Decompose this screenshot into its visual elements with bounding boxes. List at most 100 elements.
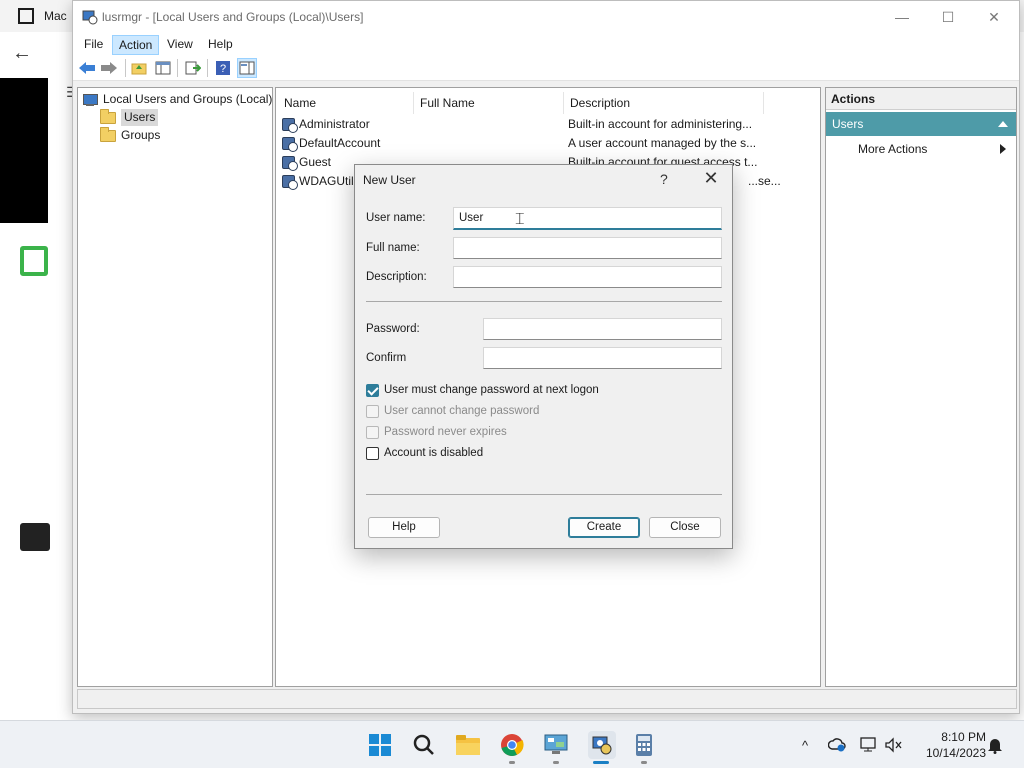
table-row[interactable]: DefaultAccount A user account managed by… — [280, 134, 816, 153]
svg-text:?: ? — [220, 63, 226, 75]
column-header-description[interactable]: Description — [564, 92, 764, 114]
more-actions-item[interactable]: More Actions — [826, 138, 1016, 160]
new-user-dialog: New User ? ✕ User name: ⌶ Full name: Des… — [354, 164, 733, 549]
chrome-icon[interactable] — [500, 733, 524, 757]
tree-item-label: Users — [121, 109, 159, 126]
user-name-cell: DefaultAccount — [299, 136, 381, 150]
dialog-title: New User — [363, 173, 416, 187]
help-icon[interactable]: ? — [213, 58, 233, 78]
table-row[interactable]: Administrator Built-in account for admin… — [280, 115, 816, 134]
notification-bell-icon[interactable] — [986, 736, 1004, 754]
help-button[interactable]: Help — [368, 517, 440, 538]
dialog-close-icon[interactable]: ✕ — [701, 168, 721, 189]
password-label: Password: — [366, 323, 420, 335]
tray-chevron-icon[interactable]: ^ — [796, 736, 814, 754]
background-app-title: Mac — [44, 9, 67, 23]
create-button[interactable]: Create — [568, 517, 640, 538]
menu-action[interactable]: Action — [112, 35, 160, 55]
checkbox-cannot-change-password: User cannot change password — [366, 403, 539, 419]
active-indicator — [593, 761, 609, 764]
menu-view[interactable]: View — [161, 35, 199, 55]
start-icon[interactable] — [368, 733, 392, 757]
control-panel-icon[interactable] — [544, 733, 568, 757]
up-folder-icon[interactable] — [129, 58, 149, 78]
forward-icon[interactable] — [99, 58, 119, 78]
toolbar: ? — [73, 55, 1019, 81]
console-tree-pane: Local Users and Groups (Local) Users Gro… — [77, 87, 273, 687]
volume-muted-icon[interactable] — [884, 736, 902, 754]
status-bar — [77, 689, 1017, 709]
checkbox-account-disabled[interactable]: Account is disabled — [366, 445, 483, 461]
file-explorer-icon[interactable] — [456, 733, 480, 757]
maximize-button[interactable]: ☐ — [925, 1, 971, 33]
column-header-full-name[interactable]: Full Name — [414, 92, 564, 114]
tray-clock[interactable]: 8:10 PM 10/14/2023 — [914, 729, 986, 761]
tree-root[interactable]: Local Users and Groups (Local) — [82, 91, 272, 108]
password-input[interactable] — [483, 318, 722, 340]
toolbar-separator — [125, 59, 126, 77]
divider — [366, 494, 722, 495]
fullname-label: Full name: — [366, 242, 420, 254]
folder-icon — [100, 126, 116, 142]
network-icon[interactable] — [860, 736, 878, 754]
description-cell: Built-in account for administering... — [568, 117, 753, 131]
save-icon[interactable] — [20, 246, 48, 276]
confirm-label: Confirm — [366, 352, 407, 364]
checkbox-disabled — [366, 425, 379, 439]
fullname-input[interactable] — [453, 237, 722, 259]
export-list-icon[interactable] — [183, 58, 203, 78]
confirm-password-input[interactable] — [483, 347, 722, 369]
chat-icon[interactable] — [20, 523, 50, 551]
dialog-help-icon[interactable]: ? — [660, 171, 668, 187]
checkbox-must-change-password[interactable]: User must change password at next logon — [366, 382, 599, 398]
checkbox-label: Account is disabled — [384, 447, 484, 459]
close-button[interactable]: Close — [649, 517, 721, 538]
actions-header: Actions — [826, 88, 1016, 110]
actions-pane: Actions Users More Actions — [825, 87, 1017, 687]
column-header-name[interactable]: Name — [278, 92, 414, 114]
divider — [366, 301, 722, 302]
description-cell: A user account managed by the s... — [568, 136, 757, 150]
running-indicator — [553, 761, 559, 764]
close-window-button[interactable]: ✕ — [971, 1, 1017, 33]
running-indicator — [509, 761, 515, 764]
menu-bar: File Action View Help — [73, 33, 1019, 55]
user-icon — [282, 117, 298, 133]
actions-section-users[interactable]: Users — [826, 112, 1016, 136]
collapse-up-icon[interactable] — [998, 121, 1008, 127]
search-icon[interactable] — [412, 733, 436, 757]
menu-file[interactable]: File — [78, 35, 109, 55]
tree-item-groups[interactable]: Groups — [100, 126, 161, 144]
username-input[interactable] — [453, 207, 722, 230]
tree-item-users[interactable]: Users — [100, 108, 159, 126]
computer-icon — [82, 93, 98, 107]
checkbox-label: Password never expires — [384, 426, 507, 438]
user-icon — [282, 136, 298, 152]
back-icon[interactable] — [77, 58, 97, 78]
checkbox-password-never-expires: Password never expires — [366, 424, 507, 440]
folder-icon — [100, 108, 116, 124]
checkbox-label: User must change password at next logon — [384, 384, 599, 396]
background-app-icon — [18, 8, 34, 24]
tree-root-label: Local Users and Groups (Local) — [103, 92, 273, 106]
toolbar-separator — [177, 59, 178, 77]
background-dark-panel — [0, 78, 48, 223]
show-hide-tree-icon[interactable] — [153, 58, 173, 78]
clock-date: 10/14/2023 — [925, 746, 986, 760]
tree-item-label: Groups — [121, 128, 161, 142]
onedrive-icon[interactable] — [828, 736, 846, 754]
lusrmgr-taskbar-icon[interactable] — [588, 731, 616, 759]
menu-help[interactable]: Help — [202, 35, 239, 55]
more-actions-label: More Actions — [858, 142, 928, 156]
calculator-icon[interactable] — [632, 733, 656, 757]
username-label: User name: — [366, 212, 426, 224]
show-hide-action-pane-icon[interactable] — [237, 58, 257, 78]
description-input[interactable] — [453, 266, 722, 288]
text-cursor-icon: ⌶ — [515, 211, 525, 228]
minimize-button[interactable]: — — [879, 1, 925, 33]
checkbox-unchecked[interactable] — [366, 446, 379, 460]
back-arrow-icon[interactable]: ← — [12, 42, 32, 65]
checkbox-checked[interactable] — [366, 383, 379, 397]
users-snapin-icon — [82, 10, 98, 25]
window-title: lusrmgr - [Local Users and Groups (Local… — [102, 10, 364, 24]
